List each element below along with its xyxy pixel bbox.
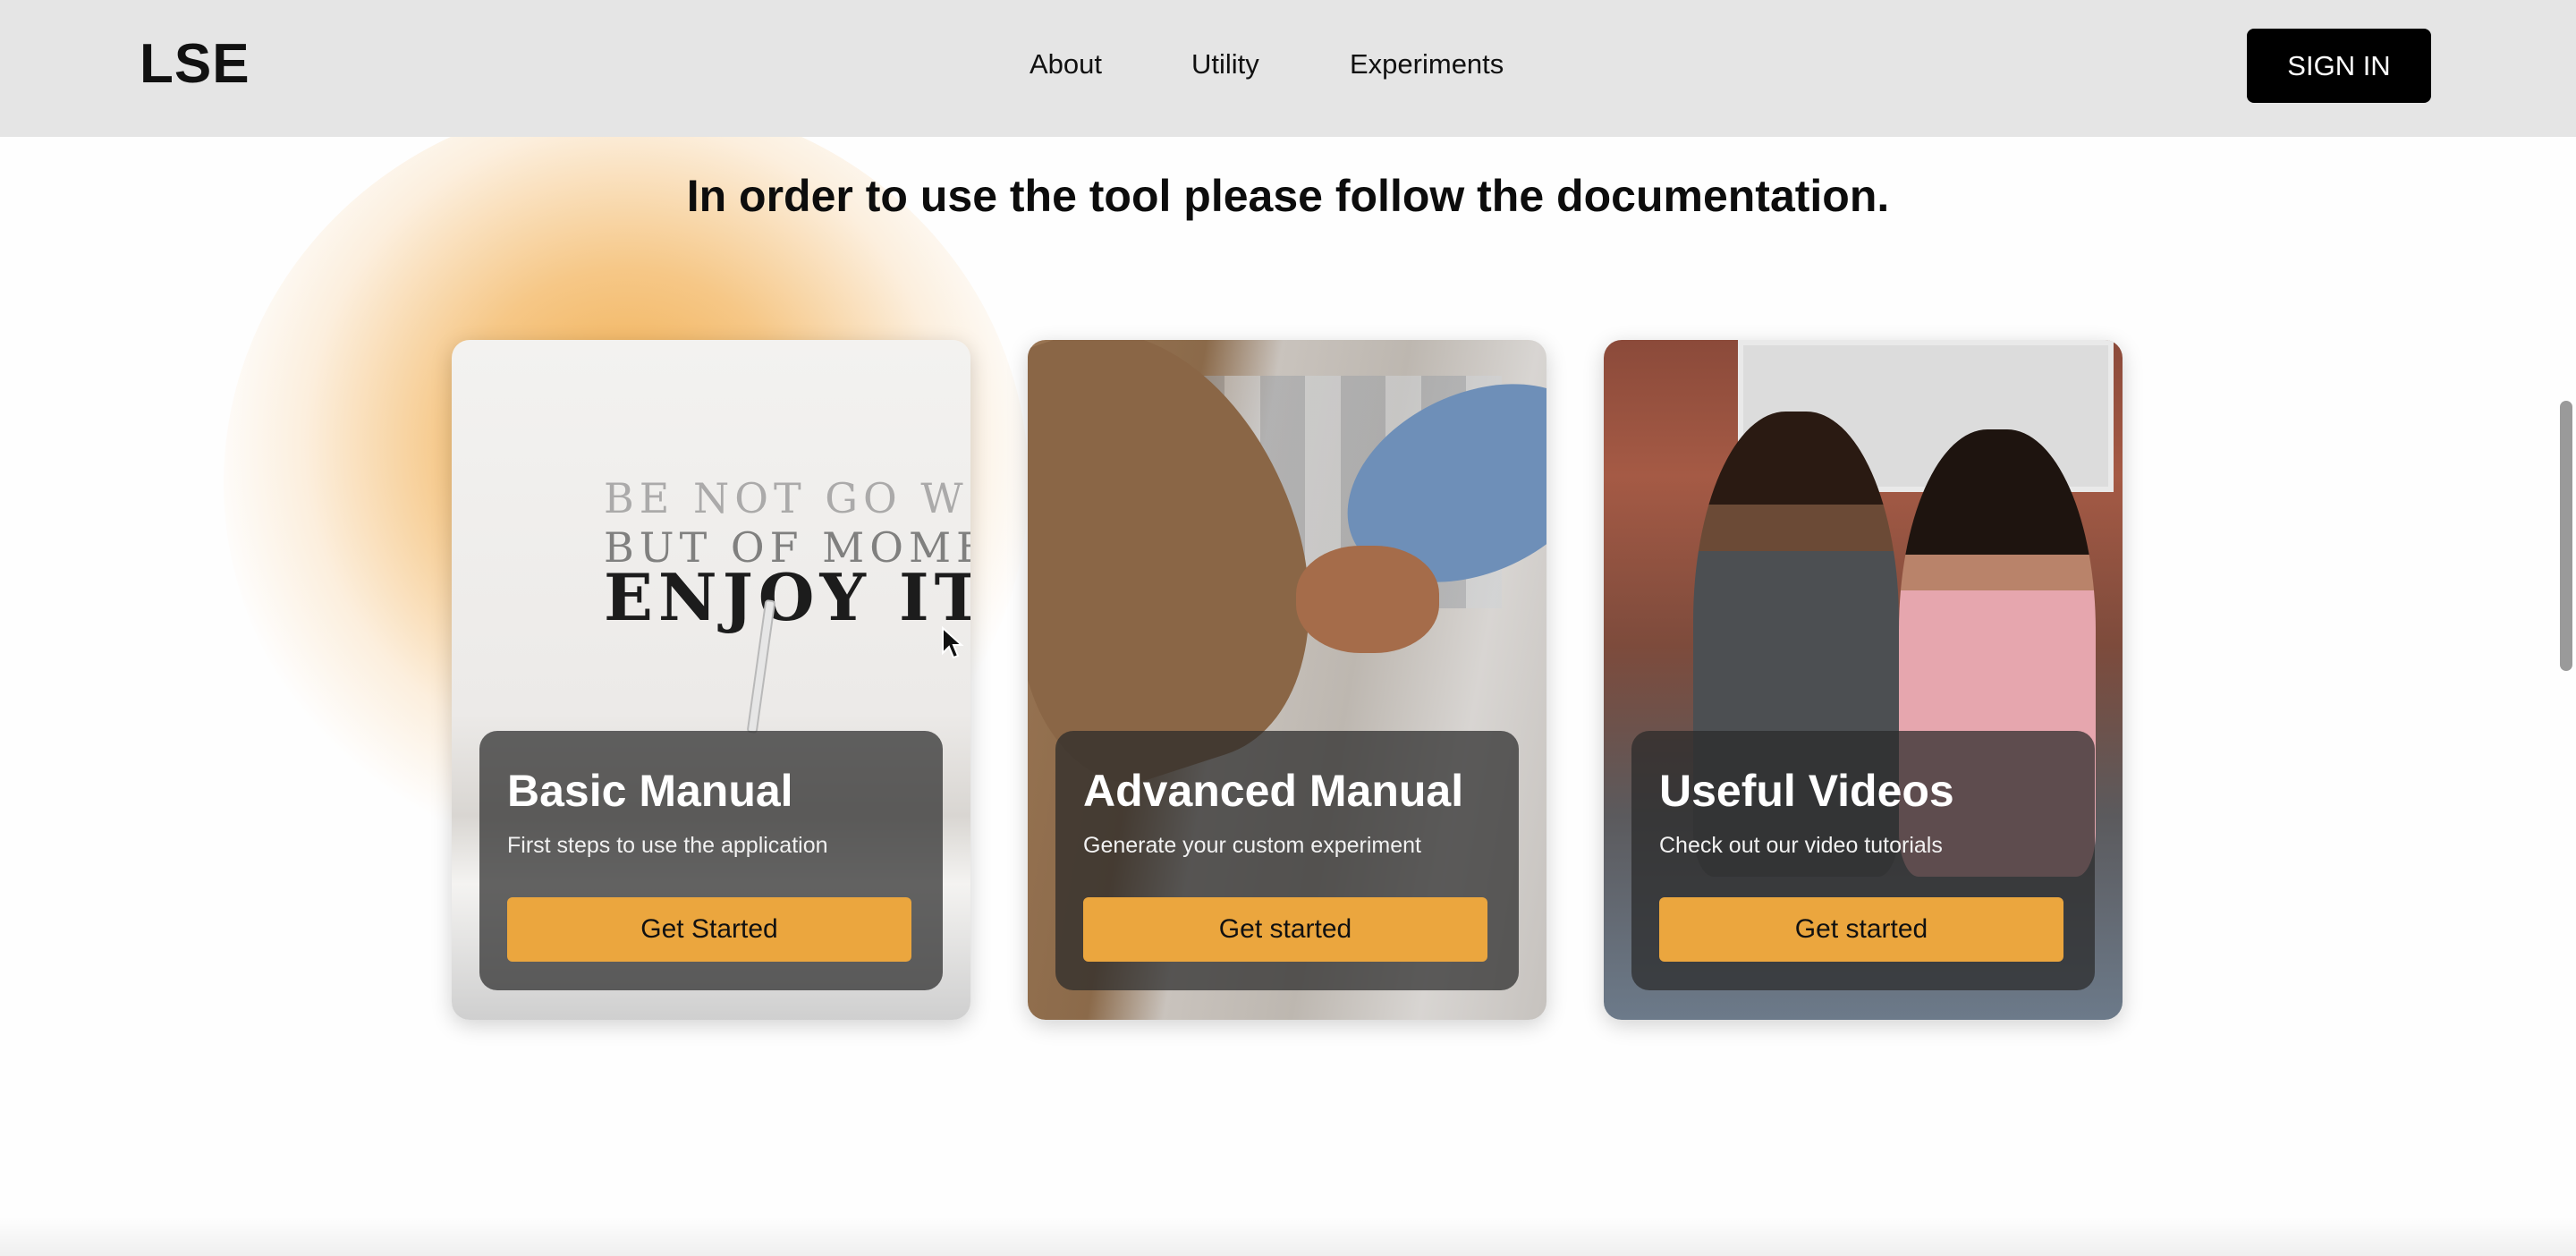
nav-experiments[interactable]: Experiments [1350,48,1504,81]
card-title: Basic Manual [507,766,793,816]
card-useful-videos: Useful Videos Check out our video tutori… [1604,340,2123,1020]
page: LSE About Utility Experiments SIGN IN In… [0,0,2576,1256]
card-title: Advanced Manual [1083,766,1464,816]
card-title: Useful Videos [1659,766,1954,816]
poster-text-line: BE NOT GO WHERE THE PATH MAY LE [604,474,970,522]
section-divider-shadow [0,1217,2576,1256]
card-overlay-panel: Advanced Manual Generate your custom exp… [1055,731,1519,990]
get-started-button[interactable]: Get started [1659,897,2063,962]
card-subtitle: Check out our video tutorials [1659,833,1943,858]
nav-about[interactable]: About [1030,48,1102,81]
card-basic-manual: BE NOT GO WHERE THE PATH MAY LE BUT OF M… [452,340,970,1020]
scrollbar-thumb[interactable] [2560,401,2572,671]
page-headline: In order to use the tool please follow t… [686,171,1890,221]
card-overlay-panel: Basic Manual First steps to use the appl… [479,731,943,990]
nav-utility[interactable]: Utility [1191,48,1259,81]
sign-in-button[interactable]: SIGN IN [2247,29,2431,103]
top-navbar: LSE About Utility Experiments SIGN IN [0,0,2576,137]
handshake-shape [1296,546,1439,653]
poster-text-line: ENJOY IT [604,559,970,635]
get-started-button[interactable]: Get Started [507,897,911,962]
card-subtitle: Generate your custom experiment [1083,833,1421,858]
get-started-button[interactable]: Get started [1083,897,1487,962]
card-overlay-panel: Useful Videos Check out our video tutori… [1631,731,2095,990]
card-advanced-manual: Advanced Manual Generate your custom exp… [1028,340,1546,1020]
card-subtitle: First steps to use the application [507,833,828,858]
main-nav: About Utility Experiments [0,48,2576,84]
